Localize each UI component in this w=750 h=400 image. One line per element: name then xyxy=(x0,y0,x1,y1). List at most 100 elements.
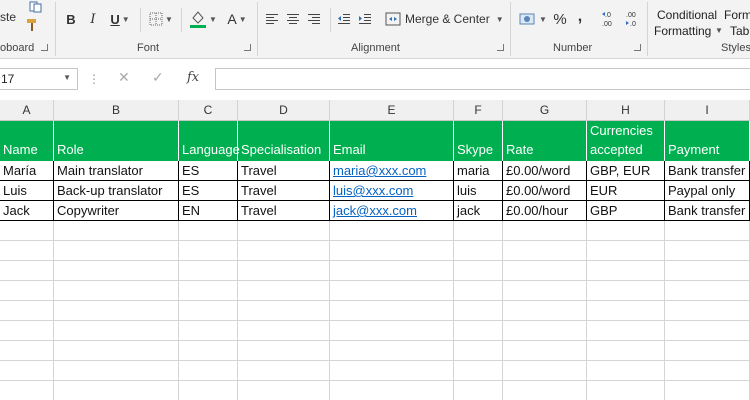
empty-cell[interactable] xyxy=(330,341,454,361)
empty-cell[interactable] xyxy=(330,221,454,241)
empty-cell[interactable] xyxy=(179,241,238,261)
underline-button[interactable]: U ▼ xyxy=(106,10,134,28)
paste-button[interactable]: ste xyxy=(0,2,24,34)
empty-cell[interactable] xyxy=(330,281,454,301)
empty-cell[interactable] xyxy=(665,321,750,341)
empty-cell[interactable] xyxy=(503,241,587,261)
empty-cell[interactable] xyxy=(0,321,54,341)
align-center-button[interactable] xyxy=(284,10,302,28)
cell-rate[interactable]: £0.00/word xyxy=(503,161,587,181)
cell-specialisation[interactable]: Travel xyxy=(238,201,330,221)
empty-cell[interactable] xyxy=(238,221,330,241)
empty-cell[interactable] xyxy=(454,281,503,301)
empty-cell[interactable] xyxy=(587,381,665,400)
cell-skype[interactable]: luis xyxy=(454,181,503,201)
empty-cell[interactable] xyxy=(665,301,750,321)
cancel-icon[interactable]: ✕ xyxy=(118,69,130,86)
empty-cell[interactable] xyxy=(454,261,503,281)
alignment-launcher-icon[interactable] xyxy=(497,44,504,51)
empty-cell[interactable] xyxy=(238,361,330,381)
empty-cell[interactable] xyxy=(454,381,503,400)
header-cell-email[interactable]: Email xyxy=(330,121,454,161)
empty-cell[interactable] xyxy=(330,321,454,341)
accounting-format-button[interactable]: ▼ xyxy=(517,8,549,30)
enter-check-icon[interactable]: ✓ xyxy=(152,69,164,86)
font-color-button[interactable]: A ▼ xyxy=(222,8,252,30)
column-header-a[interactable]: A xyxy=(0,100,54,121)
empty-cell[interactable] xyxy=(0,301,54,321)
empty-cell[interactable] xyxy=(587,301,665,321)
header-cell-currencies[interactable]: Currencies accepted xyxy=(587,121,665,161)
empty-cell[interactable] xyxy=(330,301,454,321)
cell-specialisation[interactable]: Travel xyxy=(238,181,330,201)
column-header-b[interactable]: B xyxy=(54,100,179,121)
empty-cell[interactable] xyxy=(503,361,587,381)
empty-cell[interactable] xyxy=(0,281,54,301)
empty-cell[interactable] xyxy=(179,381,238,400)
empty-cell[interactable] xyxy=(0,221,54,241)
empty-cell[interactable] xyxy=(503,381,587,400)
empty-cell[interactable] xyxy=(179,361,238,381)
column-header-d[interactable]: D xyxy=(238,100,330,121)
email-link[interactable]: jack@xxx.com xyxy=(333,203,417,218)
cell-role[interactable]: Back-up translator xyxy=(54,181,179,201)
empty-cell[interactable] xyxy=(587,361,665,381)
column-header-c[interactable]: C xyxy=(179,100,238,121)
empty-cell[interactable] xyxy=(454,361,503,381)
empty-cell[interactable] xyxy=(179,301,238,321)
empty-cell[interactable] xyxy=(238,381,330,400)
empty-cell[interactable] xyxy=(454,241,503,261)
email-link[interactable]: maria@xxx.com xyxy=(333,163,426,178)
borders-button[interactable]: ▼ xyxy=(146,10,176,28)
empty-cell[interactable] xyxy=(54,321,179,341)
cell-rate[interactable]: £0.00/word xyxy=(503,181,587,201)
empty-cell[interactable] xyxy=(330,381,454,400)
formula-input[interactable] xyxy=(215,68,750,90)
empty-cell[interactable] xyxy=(587,281,665,301)
format-as-table-button[interactable]: Form Tab xyxy=(722,6,750,38)
empty-cell[interactable] xyxy=(587,221,665,241)
empty-cell[interactable] xyxy=(54,361,179,381)
cell-skype[interactable]: maria xyxy=(454,161,503,181)
empty-cell[interactable] xyxy=(587,261,665,281)
empty-cell[interactable] xyxy=(503,221,587,241)
empty-cell[interactable] xyxy=(54,221,179,241)
empty-cell[interactable] xyxy=(238,341,330,361)
empty-cell[interactable] xyxy=(179,221,238,241)
decrease-indent-button[interactable] xyxy=(335,10,353,28)
empty-cell[interactable] xyxy=(454,341,503,361)
empty-cell[interactable] xyxy=(54,241,179,261)
empty-cell[interactable] xyxy=(54,281,179,301)
empty-cell[interactable] xyxy=(238,321,330,341)
empty-cell[interactable] xyxy=(665,341,750,361)
cell-rate[interactable]: £0.00/hour xyxy=(503,201,587,221)
empty-cell[interactable] xyxy=(665,241,750,261)
cell-skype[interactable]: jack xyxy=(454,201,503,221)
column-header-f[interactable]: F xyxy=(454,100,503,121)
empty-cell[interactable] xyxy=(238,241,330,261)
empty-cell[interactable] xyxy=(330,361,454,381)
empty-cell[interactable] xyxy=(503,321,587,341)
name-box[interactable]: 17 ▼ xyxy=(0,68,78,90)
empty-cell[interactable] xyxy=(54,341,179,361)
empty-cell[interactable] xyxy=(454,301,503,321)
cell-role[interactable]: Main translator xyxy=(54,161,179,181)
empty-cell[interactable] xyxy=(0,261,54,281)
increase-decimal-button[interactable]: .0.00 xyxy=(600,8,622,30)
empty-cell[interactable] xyxy=(0,361,54,381)
empty-cell[interactable] xyxy=(330,261,454,281)
cell-language[interactable]: ES xyxy=(179,161,238,181)
empty-cell[interactable] xyxy=(587,341,665,361)
italic-button[interactable]: I xyxy=(84,10,102,28)
empty-cell[interactable] xyxy=(665,381,750,400)
empty-cell[interactable] xyxy=(503,301,587,321)
cell-language[interactable]: EN xyxy=(179,201,238,221)
empty-cell[interactable] xyxy=(665,261,750,281)
empty-cell[interactable] xyxy=(238,281,330,301)
cell-email[interactable]: luis@xxx.com xyxy=(330,181,454,201)
cell-email[interactable]: jack@xxx.com xyxy=(330,201,454,221)
cell-language[interactable]: ES xyxy=(179,181,238,201)
header-cell-payment[interactable]: Payment xyxy=(665,121,750,161)
empty-cell[interactable] xyxy=(587,321,665,341)
increase-indent-button[interactable] xyxy=(356,10,374,28)
